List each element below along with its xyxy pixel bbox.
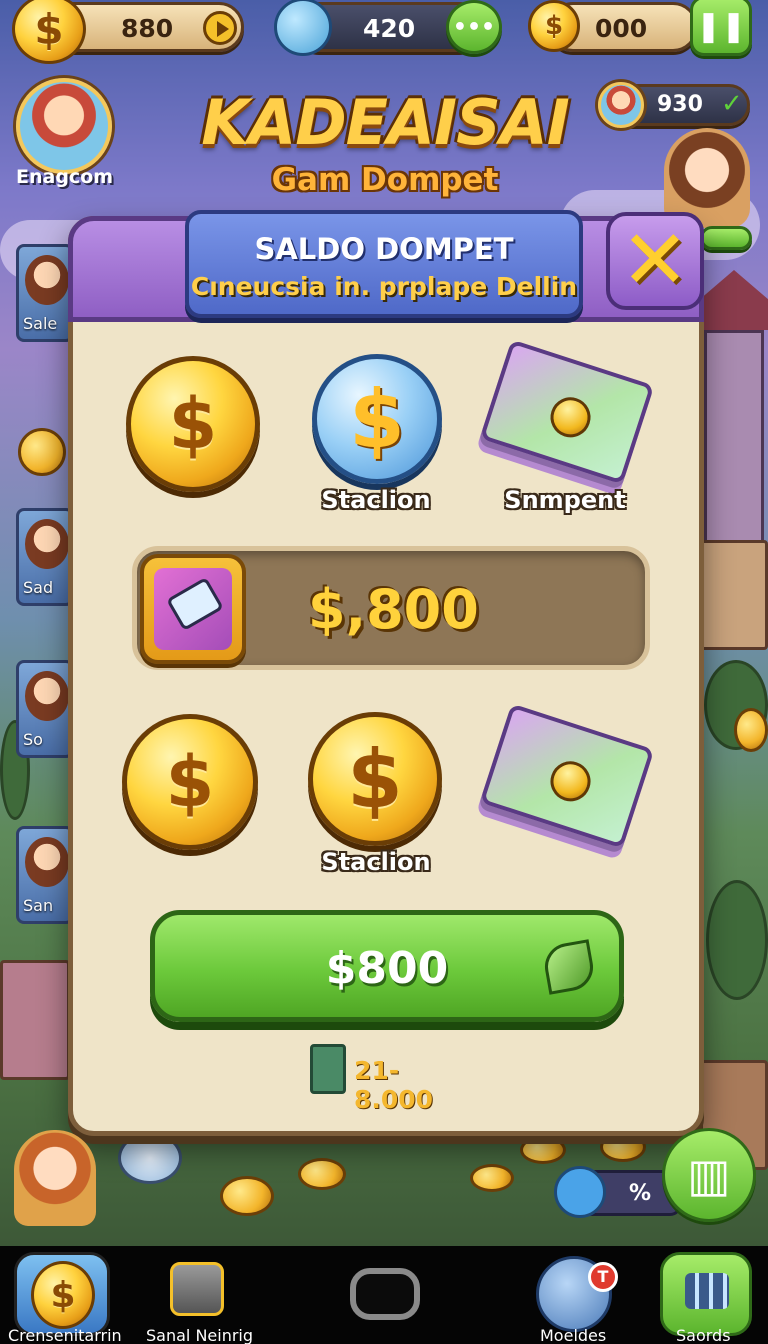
- npc-tag: [700, 226, 752, 250]
- grid-icon: [685, 1273, 729, 1309]
- side-card[interactable]: San: [16, 826, 74, 924]
- nav-label: Moeldes: [540, 1326, 607, 1344]
- nav-label: Sanal Neinrig: [146, 1326, 254, 1344]
- compass-icon: [118, 1132, 182, 1184]
- nav-settings-button[interactable]: [660, 1252, 752, 1336]
- nav-label: Saords: [676, 1326, 731, 1344]
- floating-coin-icon: [298, 1158, 346, 1190]
- side-card[interactable]: Sad: [16, 508, 74, 606]
- coin-icon: [545, 756, 596, 807]
- friend-avatar: [598, 82, 644, 128]
- npc-girl: [14, 1130, 96, 1226]
- side-card-label: San: [23, 896, 54, 915]
- game-subtitle: Gam Dompet: [271, 162, 499, 198]
- side-card-label: So: [23, 730, 43, 749]
- dialog-title: SALDO DOMPET: [254, 232, 514, 266]
- dialog-title-panel: SALDO DOMPET Cıneucsia in. prplape Delli…: [185, 210, 583, 318]
- friend-counter-value: 930: [657, 92, 703, 117]
- percent-label: %: [629, 1181, 652, 1206]
- coin-counter-value: 880: [121, 14, 174, 43]
- floating-coin-icon: [18, 428, 66, 476]
- character-portrait: [25, 519, 69, 569]
- character-portrait: [25, 671, 69, 721]
- close-icon: ✕: [620, 213, 690, 308]
- book-button[interactable]: ▥: [662, 1128, 756, 1222]
- balance-value: $,800: [308, 578, 479, 641]
- pause-button[interactable]: ❚❚: [690, 0, 752, 56]
- blue-coin-item[interactable]: $: [312, 354, 442, 484]
- chat-button[interactable]: •••: [446, 0, 502, 54]
- castle-tower: [704, 330, 764, 550]
- dialog-subtitle: Cıneucsia in. prplape Dellin: [190, 272, 578, 301]
- side-card-label: Sale: [23, 314, 58, 333]
- character-portrait: [25, 255, 69, 305]
- game-title: KADEAISAI: [201, 86, 570, 159]
- gold-coin-item[interactable]: $: [308, 712, 442, 846]
- floating-coin-icon: [520, 1136, 566, 1164]
- player-name: Enagcom: [16, 166, 114, 188]
- check-icon: ✓: [721, 89, 743, 119]
- calendar-icon[interactable]: [554, 1166, 606, 1218]
- gem-counter-value: 420: [363, 14, 416, 43]
- gold-coin-item[interactable]: $: [126, 356, 260, 492]
- tree: [706, 880, 768, 1000]
- character-portrait: [25, 837, 69, 887]
- buy-button[interactable]: $800: [150, 910, 624, 1022]
- house: [0, 960, 70, 1080]
- floating-coin-icon: [600, 1132, 646, 1162]
- nav-label: Crensenitarrin: [8, 1326, 122, 1344]
- floating-coin-icon: [470, 1164, 514, 1192]
- item-label: Staclion: [321, 486, 431, 514]
- item-label: Staclion: [321, 848, 431, 876]
- coin-icon: [545, 392, 596, 443]
- close-button[interactable]: ✕: [606, 212, 704, 310]
- side-card[interactable]: Sale: [16, 244, 74, 342]
- nav-map-button[interactable]: [170, 1262, 224, 1316]
- item-label: Snmpent: [504, 486, 626, 514]
- side-card-label: Sad: [23, 578, 54, 597]
- wallet-counter-value: 000: [595, 14, 648, 43]
- player-avatar[interactable]: [16, 78, 112, 174]
- wallet-card-icon: [140, 554, 246, 664]
- house: [700, 540, 768, 650]
- nav-shop-button[interactable]: $: [14, 1252, 110, 1336]
- notification-badge: T: [588, 1262, 618, 1292]
- gold-coin-item[interactable]: $: [122, 714, 258, 850]
- floating-coin-icon: [220, 1176, 274, 1216]
- gold-coin-icon: $: [12, 0, 86, 64]
- banknote-icon: [310, 1044, 346, 1094]
- side-card[interactable]: So: [16, 660, 74, 758]
- home-button[interactable]: [350, 1268, 420, 1320]
- footnote-value: 21-8.000: [354, 1056, 434, 1114]
- play-icon[interactable]: [203, 11, 237, 45]
- key-icon: [274, 0, 332, 56]
- wallet-coin-icon: $: [528, 0, 580, 52]
- coin-icon: $: [31, 1261, 95, 1329]
- floating-coin-icon: [734, 708, 768, 752]
